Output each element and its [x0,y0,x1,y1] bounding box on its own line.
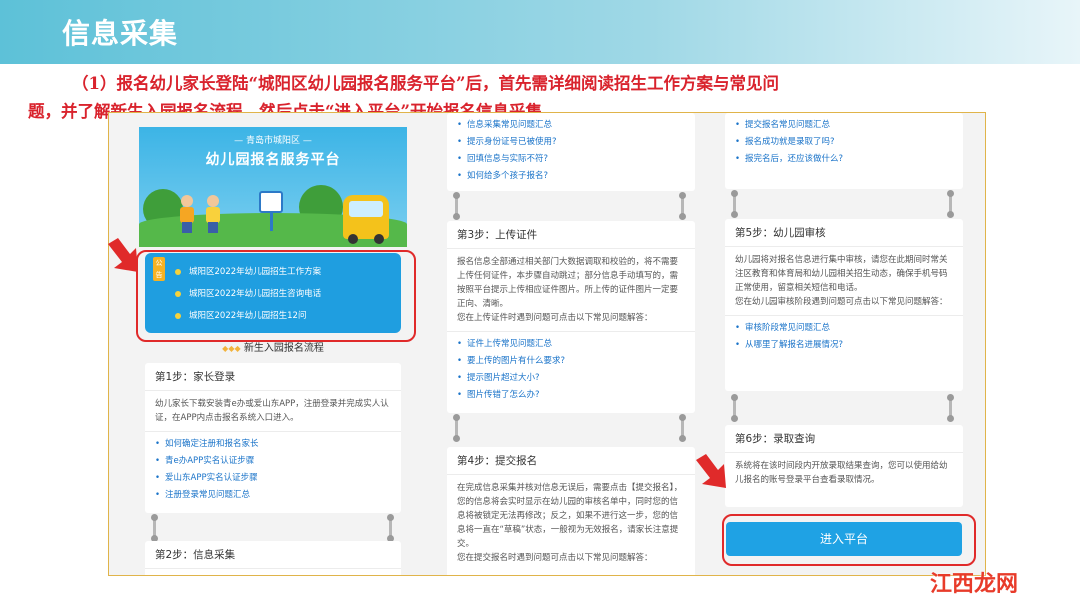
step-card: 第6步：录取查询 系统将在该时间段内开放录取结果查询，您可以使用给幼儿报名的账号… [725,425,963,507]
connector-icon [453,414,460,442]
app-screenshot-frame: — 青岛市城阳区 — 幼儿园报名服务平台 公告 城阳区2022年幼儿园招生工作方… [108,112,986,576]
connector-icon [151,514,158,542]
bus-stop-sign-icon [259,191,283,231]
faq-link[interactable]: 审核阶段常见问题汇总 [735,320,953,337]
faq-links: 如何确定注册和报名家长 青e办APP实名认证步骤 爱山东APP实名认证步骤 注册… [145,432,401,508]
faq-link[interactable]: 注册登录常见问题汇总 [155,487,391,504]
connector-icon [453,192,460,220]
step-text: 您在上传证件时遇到问题可点击以下常见问题解答： [457,313,653,323]
pointer-arrow-icon [108,238,138,272]
faq-link[interactable]: 要上传的图片有什么要求? [457,353,685,370]
step-description: 幼儿家长下载安装青e办或爱山东APP，注册登录并完成实人认证，在APP内点击报名… [145,391,401,432]
connector-icon [947,190,954,218]
banner-title: 信息采集 [62,17,179,50]
faq-link[interactable]: 图片传错了怎么办? [457,387,685,404]
faq-link[interactable]: 爱山东APP实名认证步骤 [155,470,391,487]
step-card: 第4步：提交报名 在完成信息采集并核对信息无误后，需要点击【提交报名】，您的信息… [447,447,695,575]
step-card: 第5步：幼儿园审核 幼儿园将对报名信息进行集中审核，请您在此期间时常关注区教育和… [725,219,963,391]
watermark: 江西龙网 [930,572,1019,597]
connector-icon [731,190,738,218]
faq-links: 审核阶段常见问题汇总 从哪里了解报名进展情况? [725,316,963,358]
step-title: 第5步：幼儿园审核 [725,219,963,247]
faq-link[interactable]: 证件上传常见问题汇总 [457,336,685,353]
connector-icon [679,192,686,220]
hero-title: 幼儿园报名服务平台 [205,152,341,168]
intro-line-1: （1）报名幼儿家长登陆“城阳区幼儿园报名服务平台”后，首先需详细阅读招生工作方案… [72,74,779,93]
flow-title: 新生入园报名流程 [243,343,324,354]
step-title: 第6步：录取查询 [725,425,963,453]
faq-link[interactable]: 提示图片超过大小? [457,370,685,387]
faq-card: 信息采集常见问题汇总 提示身份证号已被使用? 回填信息与实际不符? 如何给多个孩… [447,113,695,191]
step-card: 第2步：信息采集 [145,541,401,575]
step-description: 在完成信息采集并核对信息无误后，需要点击【提交报名】，您的信息将会实时显示在幼儿… [447,475,695,571]
step-title: 第3步：上传证件 [447,221,695,249]
notice-highlight-box [136,250,416,342]
title-banner: 信息采集 [0,0,1080,64]
step-text: 您在提交报名时遇到问题可点击以下常见问题解答： [457,553,653,563]
faq-link[interactable]: 报名成功就是录取了吗? [735,134,953,151]
faq-links: 提交报名常见问题汇总 报名成功就是录取了吗? 报完名后，还应该做什么? [725,113,963,172]
connector-icon [679,414,686,442]
step-text: 在完成信息采集并核对信息无误后，需要点击【提交报名】，您的信息将会实时显示在幼儿… [457,483,683,549]
step-title: 第4步：提交报名 [447,447,695,475]
diamond-icon: ◆◆◆ [222,344,241,353]
faq-link[interactable]: 信息采集常见问题汇总 [457,117,685,134]
step-description: 报名信息全部通过相关部门大数据调取和校验的，将不需要上传任何证件，本步骤自动跳过… [447,249,695,332]
step-card: 第1步：家长登录 幼儿家长下载安装青e办或爱山东APP，注册登录并完成实人认证，… [145,363,401,513]
faq-link[interactable]: 如何给多个孩子报名? [457,168,685,185]
pointer-arrow-icon [696,454,726,488]
step-text: 您在幼儿园审核阶段遇到问题可点击以下常见问题解答： [735,297,948,307]
hero-banner: — 青岛市城阳区 — 幼儿园报名服务平台 [139,127,407,247]
faq-link[interactable]: 如何确定注册和报名家长 [155,436,391,453]
faq-link[interactable]: 提交报名常见问题汇总 [735,117,953,134]
faq-link[interactable]: 青e办APP实名认证步骤 [155,453,391,470]
child-illustration [179,195,195,233]
connector-icon [731,394,738,422]
faq-link[interactable]: 回填信息与实际不符? [457,151,685,168]
step-title: 第2步：信息采集 [145,541,401,569]
step-title: 第1步：家长登录 [145,363,401,391]
step-card: 第3步：上传证件 报名信息全部通过相关部门大数据调取和校验的，将不需要上传任何证… [447,221,695,413]
step-text: 幼儿园将对报名信息进行集中审核，请您在此期间时常关注区教育和体育局和幼儿园相关招… [735,255,948,293]
step-description: 幼儿园将对报名信息进行集中审核，请您在此期间时常关注区教育和体育局和幼儿园相关招… [725,247,963,316]
faq-links: 信息采集常见问题汇总 提示身份证号已被使用? 回填信息与实际不符? 如何给多个孩… [447,113,695,189]
connector-icon [387,514,394,542]
connector-icon [947,394,954,422]
enter-platform-button[interactable]: 进入平台 [726,522,962,556]
faq-link[interactable]: 提示身份证号已被使用? [457,134,685,151]
step-description: 系统将在该时间段内开放录取结果查询，您可以使用给幼儿报名的账号登录平台查看录取情… [735,461,948,485]
faq-link[interactable]: 报完名后，还应该做什么? [735,151,953,168]
child-illustration [205,195,221,233]
faq-links: 证件上传常见问题汇总 要上传的图片有什么要求? 提示图片超过大小? 图片传错了怎… [447,332,695,408]
faq-link[interactable]: 从哪里了解报名进展情况? [735,337,953,354]
step-text: 报名信息全部通过相关部门大数据调取和校验的，将不需要上传任何证件，本步骤自动跳过… [457,257,679,309]
hero-subtitle: — 青岛市城阳区 — [234,136,312,146]
faq-card: 提交报名常见问题汇总 报名成功就是录取了吗? 报完名后，还应该做什么? [725,113,963,189]
school-bus-icon [343,195,389,244]
